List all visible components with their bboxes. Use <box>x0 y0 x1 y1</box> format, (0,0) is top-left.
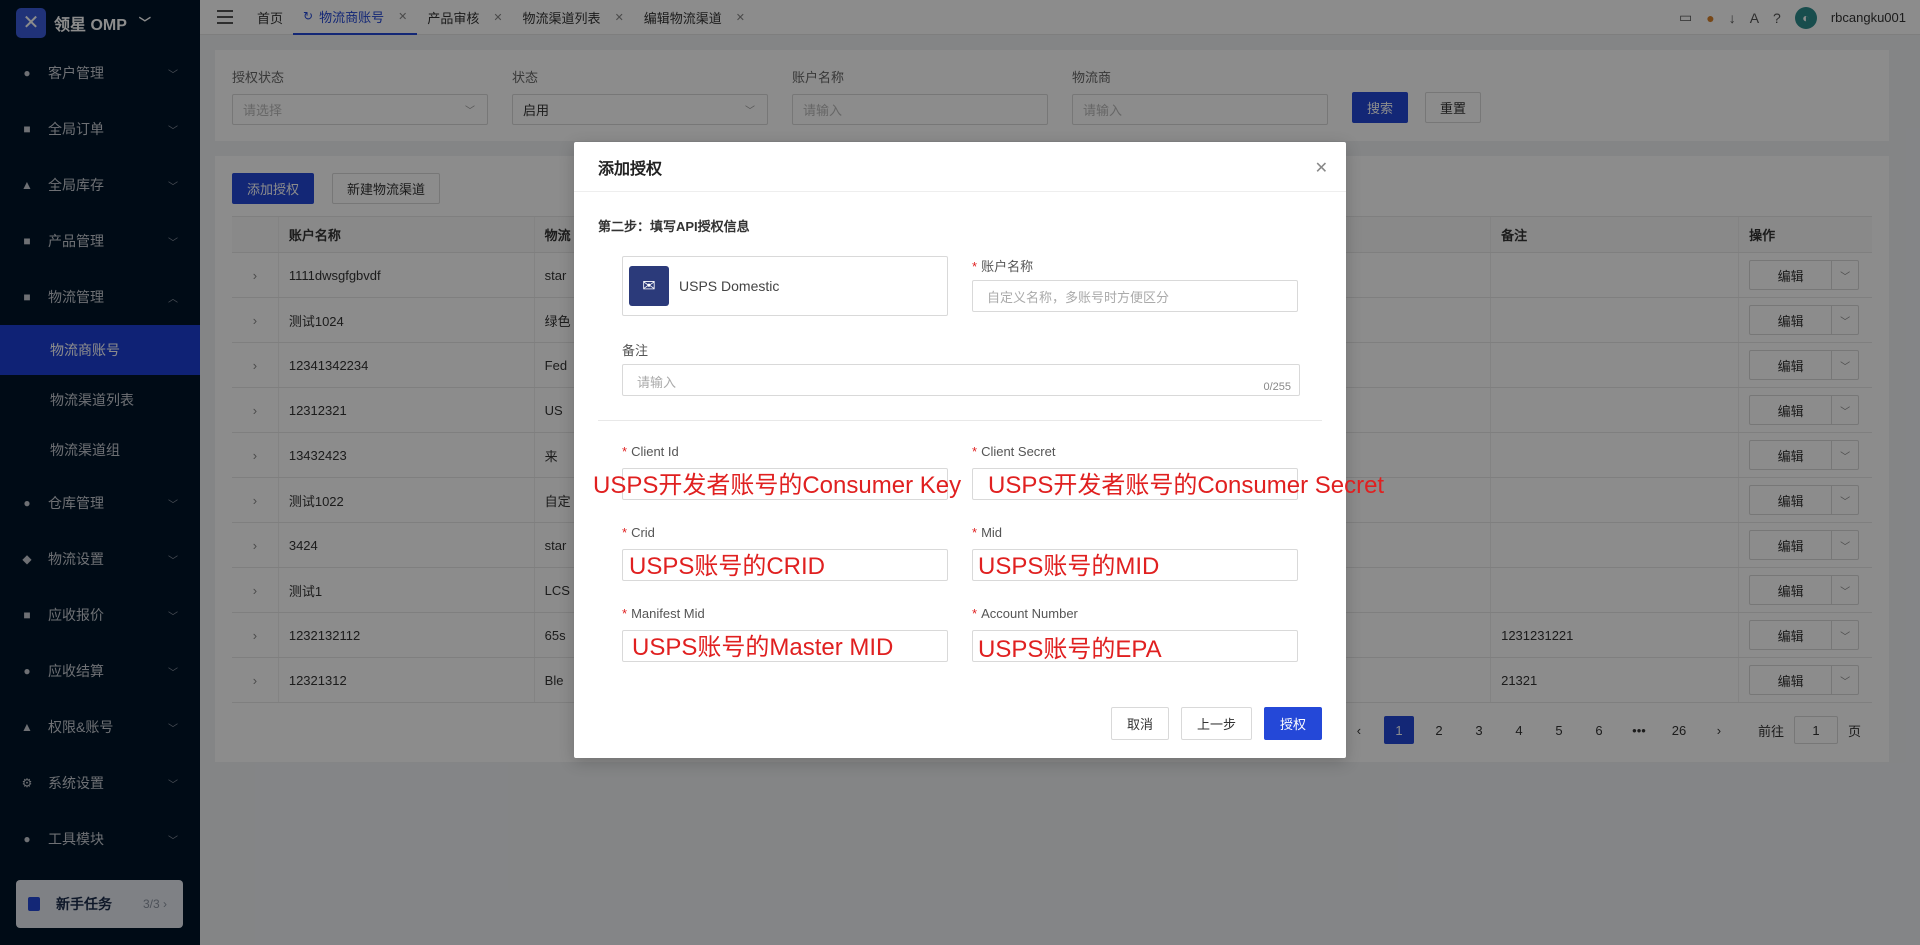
prev-step-button[interactable]: 上一步 <box>1180 707 1252 740</box>
annotation-account-number: USPS账号的EPA <box>978 636 1162 663</box>
carrier-card: ✉ USPS Domestic <box>622 256 948 316</box>
note-textarea[interactable]: 请输入 0/255 <box>622 364 1300 396</box>
cancel-button[interactable]: 取消 <box>1110 707 1169 740</box>
modal-title: 添加授权 <box>598 160 663 178</box>
close-icon[interactable]: ✕ <box>1315 158 1328 178</box>
note-field: 备注 请输入 0/255 <box>622 340 1300 396</box>
modal-header: 添加授权 ✕ <box>574 142 1346 192</box>
add-auth-modal: 添加授权 ✕ 第二步：填写API授权信息 ✉ USPS Domestic * 账户… <box>574 142 1346 758</box>
account-name-input[interactable]: 自定义名称，多账号时方便区分 <box>972 280 1298 312</box>
usps-logo-icon: ✉ <box>629 266 669 306</box>
modal-footer: 取消 上一步 授权 <box>1110 707 1322 740</box>
authorize-button[interactable]: 授权 <box>1263 707 1322 740</box>
divider <box>598 420 1322 421</box>
carrier-name: USPS Domestic <box>679 278 780 294</box>
annotation-crid: USPS账号的CRID <box>629 553 826 580</box>
char-counter: 0/255 <box>1263 381 1291 393</box>
annotation-client-secret: USPS开发者账号的Consumer Secret <box>988 472 1385 499</box>
account-name-field: * 账户名称 自定义名称，多账号时方便区分 <box>972 256 1298 312</box>
annotation-manifest-mid: USPS账号的Master MID <box>632 634 894 661</box>
annotation-mid: USPS账号的MID <box>978 553 1160 580</box>
step-title: 第二步：填写API授权信息 <box>598 219 750 234</box>
annotation-client-id: USPS开发者账号的Consumer Key <box>593 472 962 499</box>
